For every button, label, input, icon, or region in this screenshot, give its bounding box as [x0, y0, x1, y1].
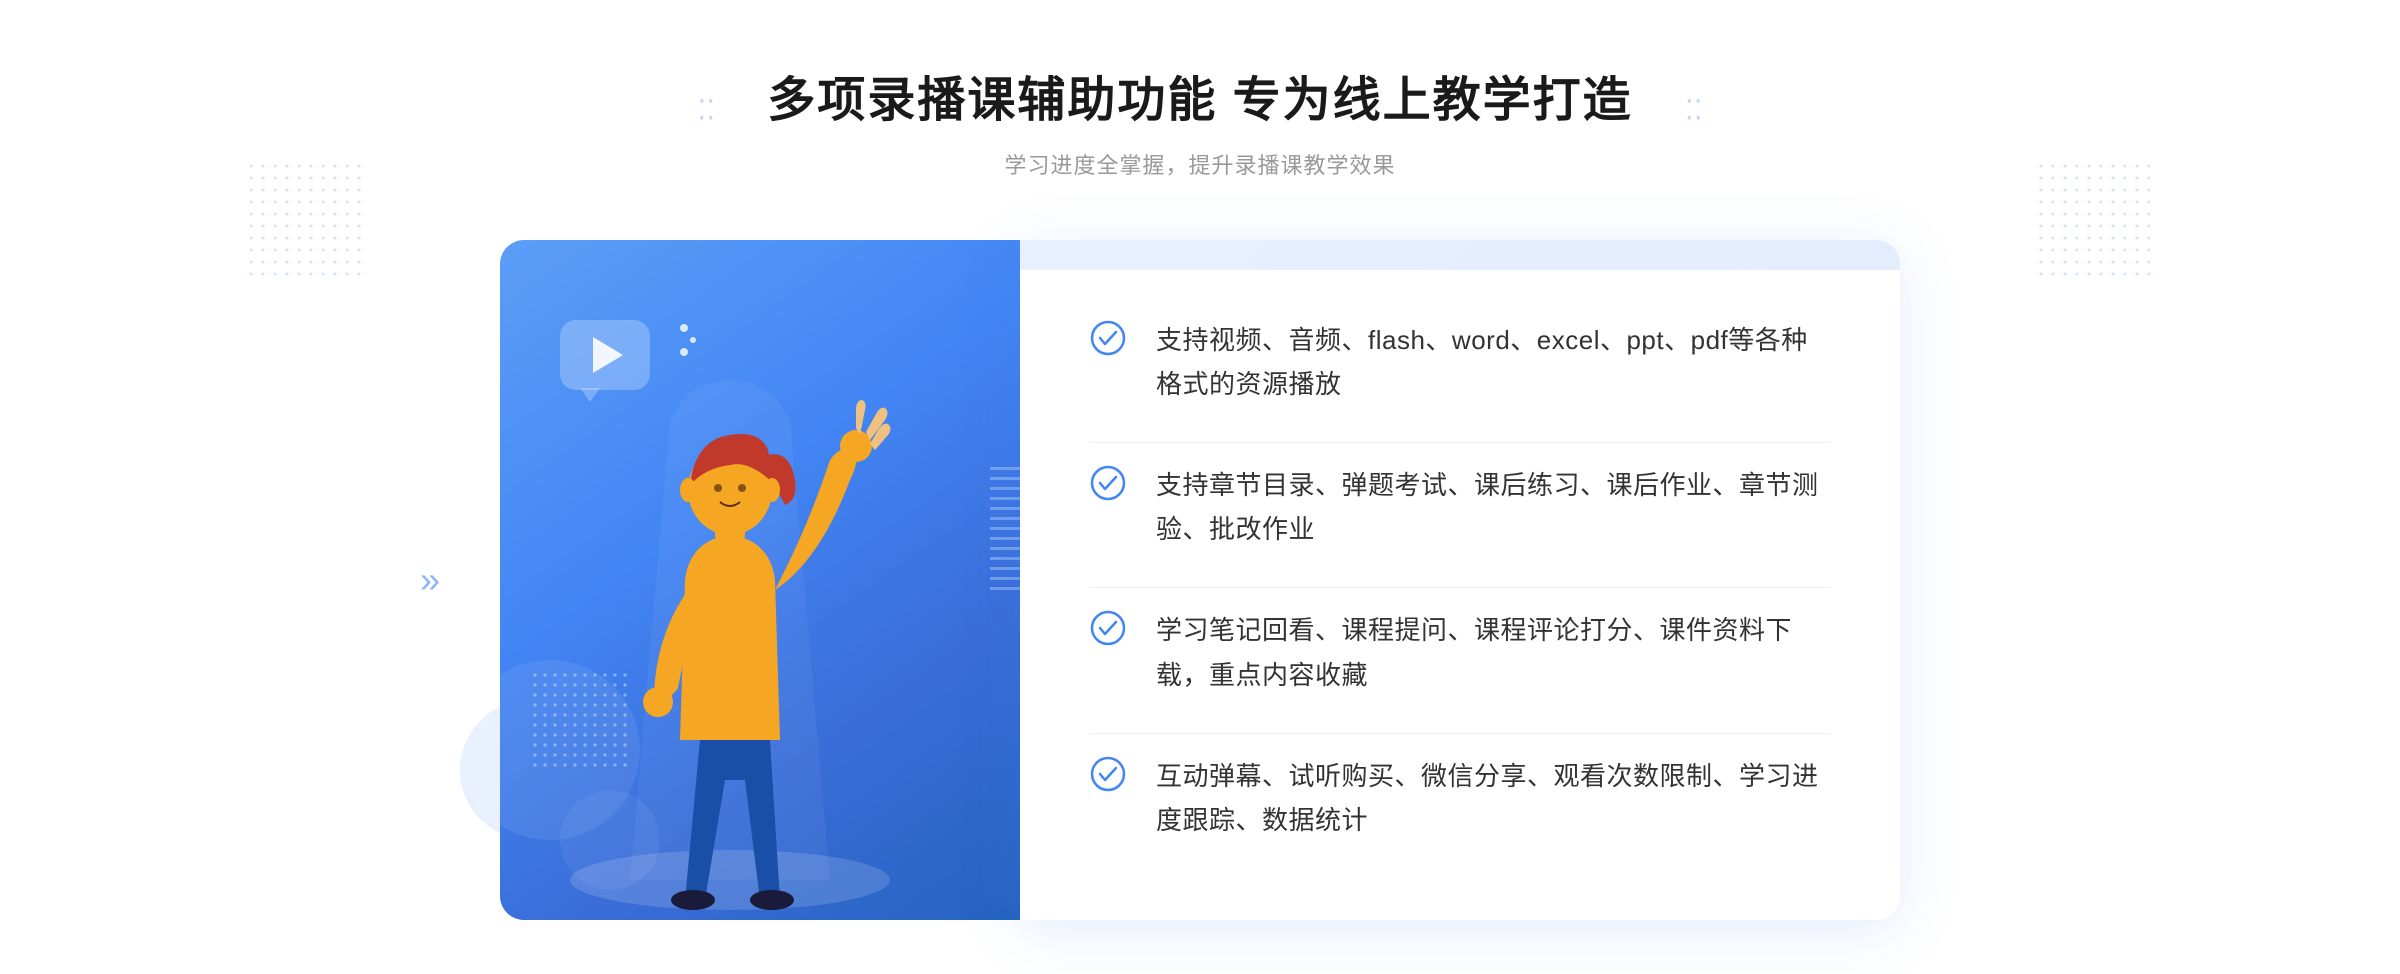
- feature-text-1: 支持视频、音频、flash、word、excel、ppt、pdf等各种格式的资源…: [1156, 318, 1830, 406]
- panel-top-decoration: [1020, 240, 1900, 270]
- dots-decoration-right: [2035, 160, 2155, 280]
- check-circle-icon-4: [1090, 756, 1126, 792]
- page-container: 多项录播课辅助功能 专为线上教学打造 学习进度全掌握，提升录播课教学效果 »: [0, 0, 2400, 974]
- illustration-panel: [500, 240, 1020, 920]
- main-title: 多项录播课辅助功能 专为线上教学打造: [767, 60, 1632, 130]
- check-circle-icon-2: [1090, 465, 1126, 501]
- header-section: 多项录播课辅助功能 专为线上教学打造 学习进度全掌握，提升录播课教学效果: [767, 60, 1632, 180]
- content-area: »: [500, 240, 1900, 920]
- feature-item-2: 支持章节目录、弹题考试、课后练习、课后作业、章节测验、批改作业: [1090, 442, 1830, 571]
- chevron-left-decoration: »: [420, 559, 440, 601]
- feature-item-4: 互动弹幕、试听购买、微信分享、观看次数限制、学习进度跟踪、数据统计: [1090, 733, 1830, 862]
- check-circle-icon-1: [1090, 320, 1126, 356]
- person-illustration: [530, 320, 930, 920]
- feature-text-3: 学习笔记回看、课程提问、课程评论打分、课件资料下载，重点内容收藏: [1156, 608, 1830, 696]
- check-circle-icon-3: [1090, 610, 1126, 646]
- dots-decoration-left: [245, 160, 365, 280]
- feature-item-1: 支持视频、音频、flash、word、excel、ppt、pdf等各种格式的资源…: [1090, 298, 1830, 426]
- feature-text-2: 支持章节目录、弹题考试、课后练习、课后作业、章节测验、批改作业: [1156, 463, 1830, 551]
- feature-item-3: 学习笔记回看、课程提问、课程评论打分、课件资料下载，重点内容收藏: [1090, 587, 1830, 716]
- panel-dots-decoration: [530, 670, 630, 770]
- sub-title: 学习进度全掌握，提升录播课教学效果: [767, 148, 1632, 180]
- features-panel: 支持视频、音频、flash、word、excel、ppt、pdf等各种格式的资源…: [1020, 240, 1900, 920]
- feature-text-4: 互动弹幕、试听购买、微信分享、观看次数限制、学习进度跟踪、数据统计: [1156, 754, 1830, 842]
